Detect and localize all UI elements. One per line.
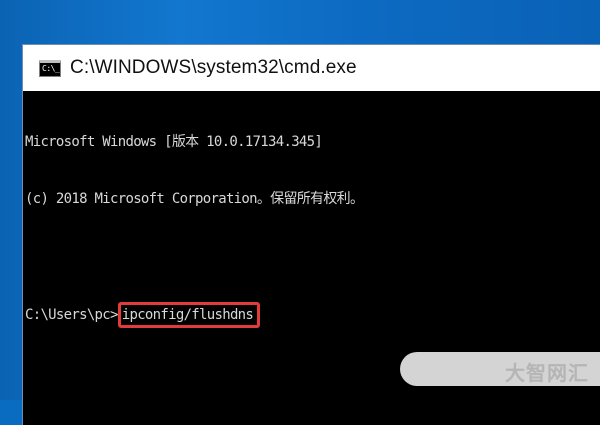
watermark-text: 大智网汇	[505, 361, 589, 385]
cmd-icon-glyph: C:\_	[42, 63, 60, 73]
console-line-copyright: (c) 2018 Microsoft Corporation。保留所有权利。	[25, 191, 364, 207]
console-prompt: C:\Users\pc>	[25, 306, 118, 323]
highlighted-command: ipconfig/flushdns	[117, 302, 261, 328]
console-line-version: Microsoft Windows [版本 10.0.17134.345]	[25, 134, 323, 150]
command-line: C:\Users\pc> ipconfig/flushdns	[25, 302, 600, 328]
watermark-badge: 大智网汇	[400, 352, 600, 386]
cmd-icon: C:\_	[39, 59, 61, 77]
title-bar[interactable]: C:\_ C:\WINDOWS\system32\cmd.exe	[23, 45, 600, 91]
window-title: C:\WINDOWS\system32\cmd.exe	[70, 57, 357, 78]
